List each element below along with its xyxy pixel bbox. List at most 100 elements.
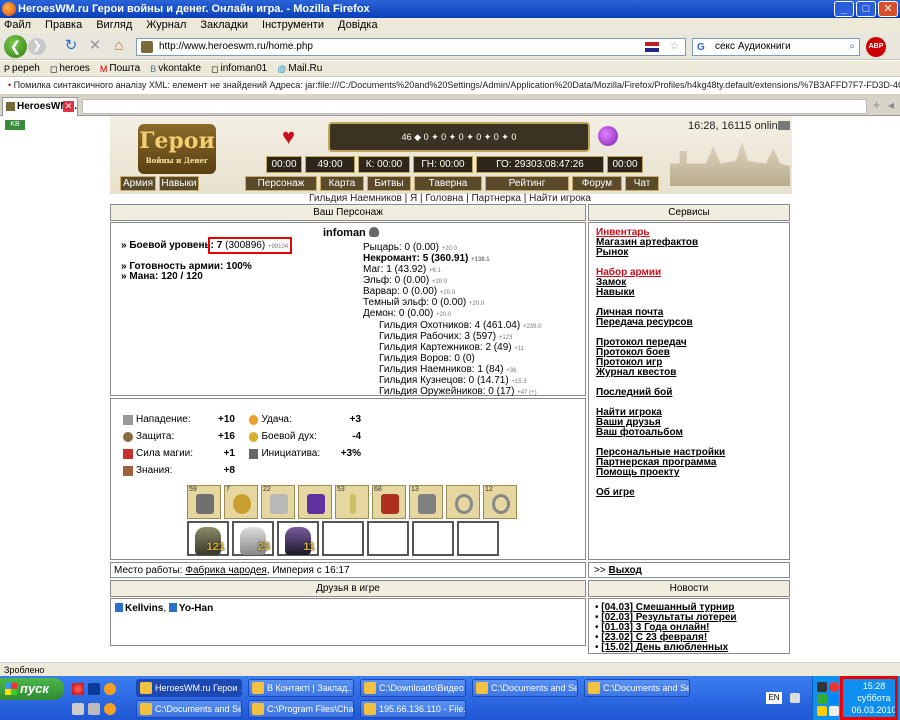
link-market[interactable]: Рынок <box>596 248 725 258</box>
menu-forum[interactable]: Форум <box>572 176 622 191</box>
menu-map[interactable]: Карта <box>320 176 364 191</box>
adblock-icon[interactable]: ABP <box>866 37 886 57</box>
menu-chat[interactable]: Чат <box>625 176 659 191</box>
menu-tavern[interactable]: Таверна <box>414 176 482 191</box>
start-button[interactable]: пуск <box>0 678 64 700</box>
help-icon[interactable] <box>790 693 800 703</box>
firefox-icon[interactable] <box>104 703 116 715</box>
link-about[interactable]: Об игре <box>596 488 725 498</box>
guild-list: Гильдия Охотников: 4 (461.04) +239.0 Гил… <box>379 321 542 398</box>
taskbar-button-folder[interactable]: C:\Downloads\Видео <box>360 679 466 697</box>
desktop-icon[interactable] <box>88 683 100 695</box>
army-slot-4[interactable] <box>322 521 364 556</box>
search-input[interactable]: G секс Аудиокниги ⌕ <box>692 38 860 56</box>
bluetooth-icon[interactable] <box>829 694 839 704</box>
menu-bookmarks[interactable]: Закладки <box>200 18 248 33</box>
menu-help[interactable]: Довідка <box>338 18 378 33</box>
star-icon[interactable]: ☆ <box>670 39 679 55</box>
tab-list-icon[interactable]: ◂ <box>888 98 894 112</box>
item-slot-shield[interactable]: 68 <box>372 485 406 519</box>
army-slot-2[interactable]: 25 <box>232 521 274 556</box>
search-icon[interactable]: ⌕ <box>849 39 855 55</box>
new-tab-icon[interactable]: + <box>873 98 880 112</box>
bookmark-pepeh[interactable]: Ppepeh <box>4 61 40 76</box>
link-last-battle[interactable]: Последний бой <box>596 388 725 398</box>
bookmark-mailru[interactable]: @ Mail.Ru <box>277 61 322 76</box>
friend-link[interactable]: Kellvins <box>125 603 163 614</box>
news-link[interactable]: [15.02] День влюбленных <box>601 642 728 653</box>
menu-rating[interactable]: Рейтинг <box>485 176 569 191</box>
forward-button[interactable]: ❯ <box>28 38 46 55</box>
tray-icon[interactable] <box>817 706 827 716</box>
language-indicator[interactable]: EN <box>766 692 782 704</box>
taskbar-button-folder[interactable]: C:\Documents and Se... <box>136 700 242 718</box>
taskbar-button-folder[interactable]: C:\Documents and Se... <box>584 679 690 697</box>
item-slot-amulet[interactable]: 7 <box>224 485 258 519</box>
home-icon[interactable]: ⌂ <box>110 37 128 55</box>
quicklaunch-icon[interactable] <box>88 703 100 715</box>
link-help-project[interactable]: Помощь проекту <box>596 468 725 478</box>
close-tab-icon[interactable]: ✕ <box>63 101 74 112</box>
army-slot-6[interactable] <box>412 521 454 556</box>
menu-file[interactable]: Файл <box>4 18 31 33</box>
stop-icon[interactable]: ✕ <box>86 37 104 55</box>
item-slot-ring-2[interactable]: 12 <box>483 485 517 519</box>
hero-name[interactable]: infoman <box>323 227 379 239</box>
item-slot-ring-1[interactable] <box>446 485 480 519</box>
taskbar-button-folder[interactable]: C:\Program Files\Cha... <box>248 700 354 718</box>
url-bar[interactable]: http://www.heroeswm.ru/home.php ☆ <box>136 38 686 56</box>
kb-badge[interactable]: KB <box>5 120 25 130</box>
menu-tools[interactable]: Інструменти <box>262 18 324 33</box>
logout-link[interactable]: Выход <box>608 565 641 576</box>
menu-skills[interactable]: Навыки <box>159 176 199 191</box>
window-titlebar[interactable]: HeroesWM.ru Герои войны и денег. Онлайн … <box>0 0 900 18</box>
reload-icon[interactable]: ↻ <box>62 37 80 55</box>
item-slot-cloak[interactable] <box>298 485 332 519</box>
volume-icon[interactable] <box>829 706 839 716</box>
tray-icon[interactable] <box>817 682 827 692</box>
army-slot-7[interactable] <box>457 521 499 556</box>
friend-link[interactable]: Yo-Han <box>179 603 213 614</box>
taskbar-button-heroeswm[interactable]: HeroesWM.ru Герои ... <box>136 679 242 697</box>
quicklaunch-icon[interactable] <box>72 703 84 715</box>
sub-links[interactable]: Гильдия Наемников | Я | Головна | Партне… <box>0 193 900 204</box>
army-slot-5[interactable] <box>367 521 409 556</box>
tray-icon[interactable] <box>829 682 839 692</box>
tray-icon[interactable] <box>817 694 827 704</box>
taskbar-button-vkontakte[interactable]: В Контакті | Заклад... <box>248 679 354 697</box>
minimize-button[interactable]: _ <box>834 1 854 17</box>
item-slot-boots[interactable]: 13 <box>409 485 443 519</box>
menu-army[interactable]: Армия <box>120 176 156 191</box>
army-slot-1[interactable]: 121 <box>187 521 229 556</box>
army-slot-3[interactable]: 11 <box>277 521 319 556</box>
bookmark-heroes[interactable]: ◻ heroes <box>50 61 90 76</box>
maximize-button[interactable]: □ <box>856 1 876 17</box>
link-transfer-resources[interactable]: Передача ресурсов <box>596 318 725 328</box>
menu-view[interactable]: Вигляд <box>96 18 132 33</box>
bookmark-mail[interactable]: M Пошта <box>100 61 140 76</box>
close-button[interactable]: ✕ <box>878 1 898 17</box>
camera-icon[interactable] <box>778 121 790 130</box>
menu-edit[interactable]: Правка <box>45 18 82 33</box>
link-photo-album[interactable]: Ваш фотоальбом <box>596 428 725 438</box>
game-logo[interactable]: Герои Войны и Денег <box>138 124 216 174</box>
menu-character[interactable]: Персонаж <box>245 176 317 191</box>
bookmark-infoman[interactable]: ◻ infoman01 <box>211 61 267 76</box>
new-tab-area[interactable] <box>82 99 867 114</box>
item-slot-armor[interactable]: 22 <box>261 485 295 519</box>
firefox-icon[interactable] <box>104 683 116 695</box>
bookmark-vkontakte[interactable]: Bvkontakte <box>150 61 201 76</box>
menu-history[interactable]: Журнал <box>146 18 186 33</box>
opera-icon[interactable] <box>72 683 84 695</box>
item-slot-helmet[interactable]: 59 <box>187 485 221 519</box>
item-slot-weapon[interactable]: 53 <box>335 485 369 519</box>
link-skills[interactable]: Навыки <box>596 288 725 298</box>
taskbar-button-filezilla[interactable]: 195.66.136.110 - File... <box>360 700 466 718</box>
tab-heroeswm[interactable]: HeroesWM... ✕ <box>2 97 78 116</box>
workplace-link[interactable]: Фабрика чародея <box>185 565 266 576</box>
back-button[interactable]: ❮ <box>4 35 27 58</box>
link-quest-log[interactable]: Журнал квестов <box>596 368 725 378</box>
timer-gn: ГН: 00:00 <box>413 156 473 173</box>
taskbar-button-folder[interactable]: C:\Documents and Se... <box>472 679 578 697</box>
menu-battles[interactable]: Битвы <box>367 176 411 191</box>
